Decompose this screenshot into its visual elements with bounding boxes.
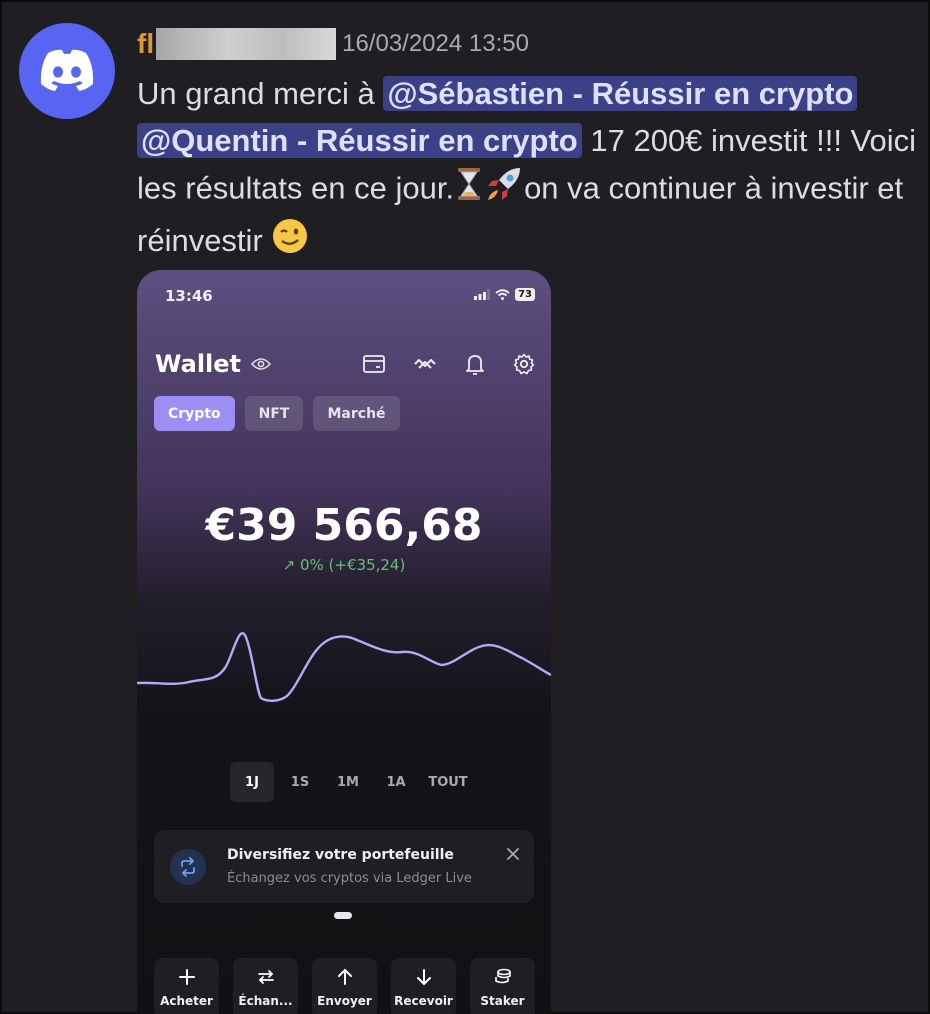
quick-actions: Acheter Échan... Envoyer Recevoir Staker (154, 958, 535, 1014)
range-1a[interactable]: 1A (374, 762, 418, 802)
wallet-connect-icon[interactable] (413, 356, 437, 372)
send-label: Envoyer (317, 994, 372, 1008)
banner-title: Diversifiez votre portefeuille (227, 847, 454, 863)
mention-quentin[interactable]: @Quentin - Réussir en crypto (137, 123, 582, 158)
redacted-username (156, 28, 337, 60)
receive-button[interactable]: Recevoir (391, 958, 456, 1014)
attached-image-wallet-screenshot[interactable]: 13:46 73 Wallet Crypto NFT Marché €39 56… (137, 270, 551, 1014)
wifi-icon (495, 289, 510, 300)
promo-banner[interactable]: Diversifiez votre portefeuille Échangez … (154, 830, 534, 903)
message-text-1: Un grand merci à (137, 76, 384, 111)
coins-stack-icon (494, 968, 511, 984)
stake-button[interactable]: Staker (470, 958, 535, 1014)
portfolio-chart[interactable] (137, 610, 551, 720)
close-icon[interactable] (506, 847, 520, 861)
rocket-emoji (484, 164, 524, 217)
buy-button[interactable]: Acheter (154, 958, 219, 1014)
wallet-header-actions (363, 353, 535, 375)
range-1s[interactable]: 1S (278, 762, 322, 802)
wallet-tabs: Crypto NFT Marché (154, 396, 400, 431)
range-1j[interactable]: 1J (230, 762, 274, 802)
arrow-down-icon (416, 969, 431, 986)
portfolio-balance: €39 566,68 (205, 500, 483, 551)
send-button[interactable]: Envoyer (312, 958, 377, 1014)
range-tout[interactable]: TOUT (422, 762, 474, 802)
message-header: fl 16/03/2024 13:50 (137, 26, 529, 62)
swap-icon (257, 970, 274, 984)
portfolio-change: ↗ 0% (+€35,24) (282, 556, 406, 574)
buy-label: Acheter (160, 994, 213, 1008)
message-content: Un grand merci à @Sébastien - Réussir en… (137, 70, 927, 268)
eye-icon[interactable] (251, 357, 272, 371)
wallet-title: Wallet (155, 350, 272, 378)
user-avatar[interactable] (19, 23, 115, 119)
tab-nft[interactable]: NFT (244, 396, 304, 431)
settings-gear-icon[interactable] (513, 353, 535, 375)
tab-marche[interactable]: Marché (313, 396, 400, 431)
stake-label: Staker (480, 994, 525, 1008)
mention-sebastien[interactable]: @Sébastien - Réussir en crypto (383, 76, 858, 111)
wallet-title-text: Wallet (155, 350, 242, 378)
status-bar-time: 13:46 (165, 287, 213, 305)
range-1m[interactable]: 1M (326, 762, 370, 802)
portfolio-chart-line (137, 632, 551, 702)
battery-indicator: 73 (515, 288, 535, 301)
card-icon[interactable] (363, 354, 385, 374)
plus-icon (178, 969, 195, 985)
time-range-selector: 1J 1S 1M 1A TOUT (230, 762, 474, 802)
arrow-up-icon (337, 968, 352, 985)
hourglass-emoji (454, 167, 484, 214)
signal-icon (474, 289, 491, 300)
swap-arrows-icon (170, 849, 206, 885)
banner-subtitle: Échangez vos cryptos via Ledger Live (227, 871, 472, 886)
receive-label: Recevoir (394, 994, 453, 1008)
carousel-indicator (334, 912, 352, 919)
swap-label: Échan... (238, 994, 293, 1008)
message-timestamp: 16/03/2024 13:50 (342, 30, 529, 57)
discord-logo-icon (40, 49, 94, 91)
swap-button[interactable]: Échan... (233, 958, 298, 1014)
author-name[interactable]: fl (137, 28, 154, 60)
status-bar-icons: 73 (474, 288, 535, 301)
winking-face-emoji (271, 217, 309, 268)
bell-icon[interactable] (465, 353, 485, 375)
tab-crypto[interactable]: Crypto (154, 396, 235, 431)
